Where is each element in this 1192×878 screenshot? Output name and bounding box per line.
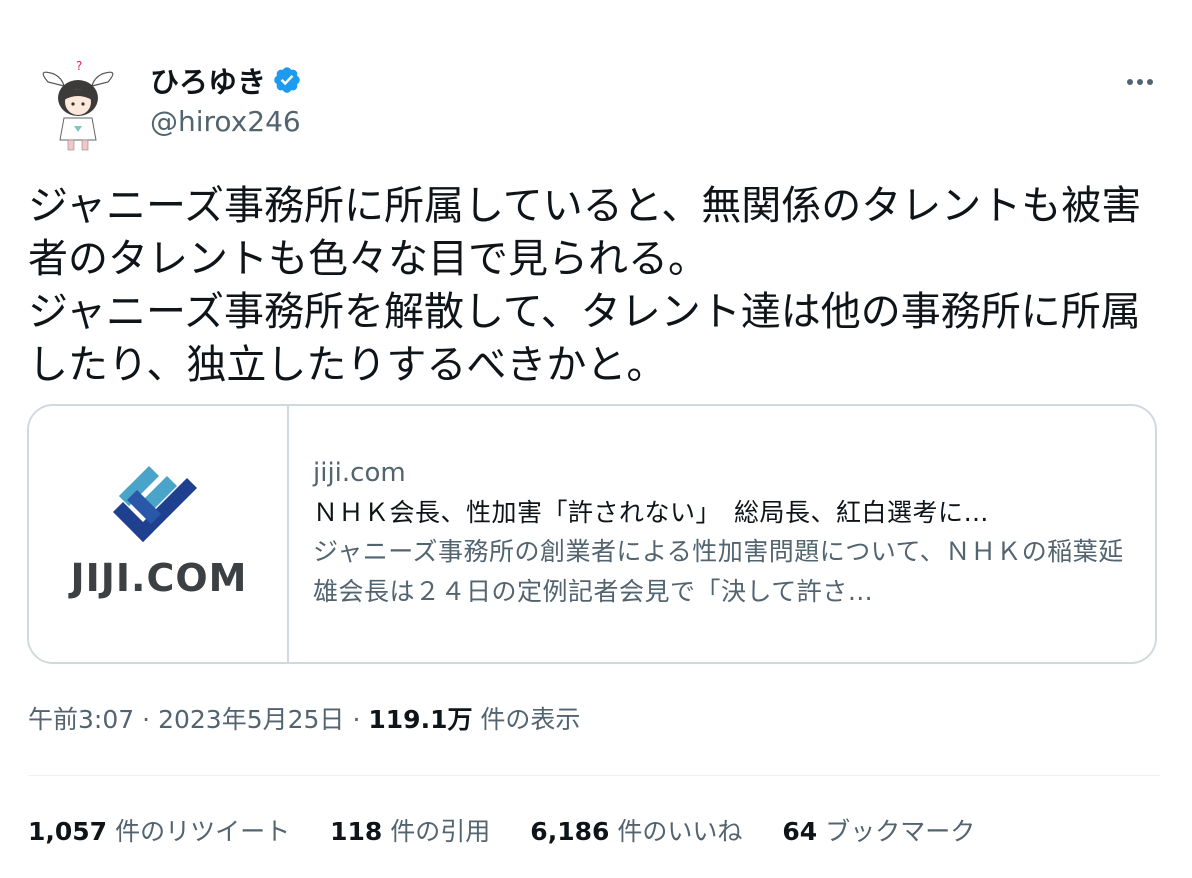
- quotes-stat[interactable]: 118 件の引用: [330, 812, 490, 848]
- display-name[interactable]: ひろゆき: [150, 62, 302, 99]
- avatar-image: ?: [42, 59, 114, 151]
- card-body[interactable]: jiji.com ＮＨＫ会長、性加害「許されない」 総局長、紅白選考に… ジャニ…: [289, 406, 1155, 662]
- quotes-label: 件の引用: [390, 817, 491, 846]
- bookmarks-stat[interactable]: 64 ブックマーク: [782, 812, 975, 848]
- views-count[interactable]: 119.1万: [368, 705, 472, 734]
- verified-badge-icon: [274, 67, 300, 93]
- jiji-logo-icon: [113, 466, 197, 542]
- engagement-stats: 1,057 件のリツイート 118 件の引用 6,186 件のいいね 64 ブックマーク: [28, 810, 1015, 850]
- tweet-time[interactable]: 午前3:07: [28, 705, 134, 734]
- avatar[interactable]: ?: [28, 56, 128, 156]
- bookmarks-label: ブックマーク: [825, 817, 976, 846]
- retweets-label: 件のリツイート: [115, 817, 291, 846]
- card-description: ジャニーズ事務所の創業者による性加害問題について、ＮＨＫの稲葉延雄会長は２４日の…: [313, 537, 1124, 606]
- card-logo-text: JIJI.COM: [70, 556, 248, 600]
- bookmarks-count: 64: [782, 817, 818, 846]
- card-domain: jiji.com: [313, 458, 406, 488]
- divider: [28, 775, 1160, 776]
- likes-stat[interactable]: 6,186 件のいいね: [530, 812, 742, 848]
- views-label: 件の表示: [480, 705, 581, 734]
- retweets-stat[interactable]: 1,057 件のリツイート: [28, 812, 290, 848]
- user-handle[interactable]: @hirox246: [150, 105, 301, 138]
- display-name-text: ひろゆき: [150, 65, 267, 99]
- tweet-text: ジャニーズ事務所に所属していると、無関係のタレントも被害者のタレントも色々な目で…: [28, 183, 1142, 388]
- likes-count: 6,186: [530, 817, 610, 846]
- tweet-date[interactable]: 2023年5月25日: [158, 705, 344, 734]
- retweets-count: 1,057: [28, 817, 108, 846]
- card-title: ＮＨＫ会長、性加害「許されない」 総局長、紅白選考に…: [313, 498, 990, 527]
- card-thumbnail[interactable]: JIJI.COM: [29, 406, 289, 662]
- svg-text:?: ?: [76, 59, 82, 73]
- tweet-meta: 午前3:07 · 2023年5月25日 · 119.1万 件の表示: [28, 702, 580, 738]
- meta-separator: ·: [352, 705, 361, 734]
- link-card[interactable]: JIJI.COM jiji.com ＮＨＫ会長、性加害「許されない」 総局長、紅…: [27, 404, 1157, 664]
- quotes-count: 118: [330, 817, 383, 846]
- likes-label: 件のいいね: [617, 817, 743, 846]
- more-button[interactable]: [1118, 66, 1162, 98]
- more-horizontal-icon: [1127, 79, 1153, 85]
- meta-separator: ·: [142, 705, 151, 734]
